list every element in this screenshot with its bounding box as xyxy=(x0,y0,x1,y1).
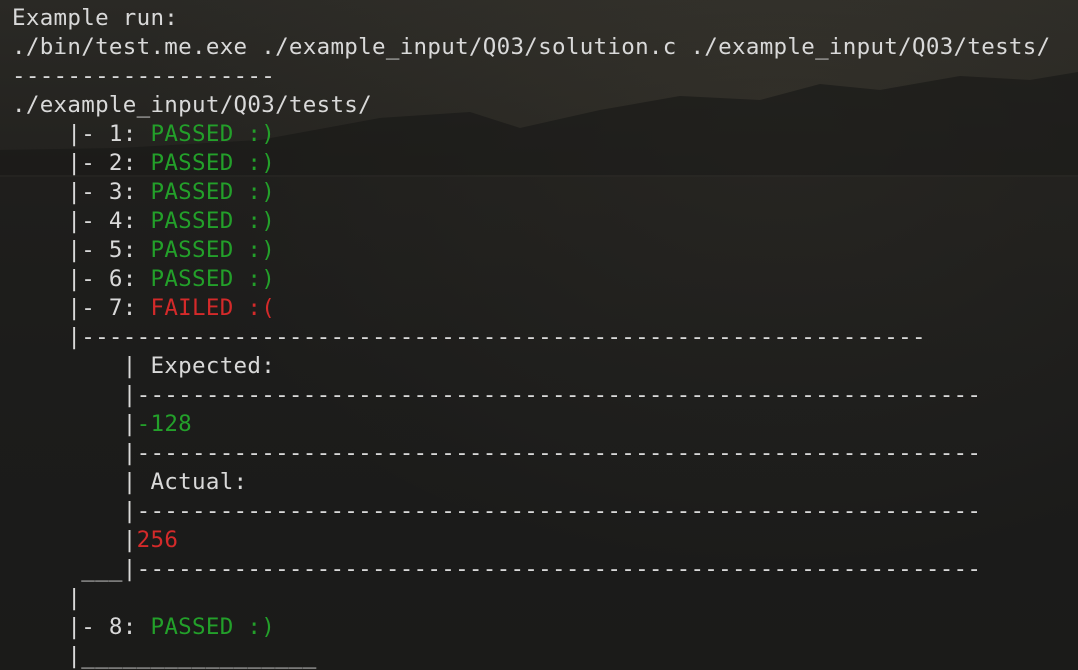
output-text: ./bin/test.me.exe ./example_input/Q03/so… xyxy=(12,34,1051,60)
terminal-line: |- 4: PASSED :) xyxy=(12,207,1050,236)
terminal-line: |- 1: PASSED :) xyxy=(12,120,1050,149)
terminal-line: ------------------- xyxy=(12,62,1050,91)
pass-text: PASSED :) xyxy=(150,614,276,640)
output-text: Example run: xyxy=(12,5,179,31)
fail-text: FAILED :( xyxy=(150,295,276,321)
pass-text: PASSED :) xyxy=(150,121,276,147)
pass-text: PASSED :) xyxy=(150,150,276,176)
pass-text: PASSED :) xyxy=(150,237,276,263)
terminal-line: | xyxy=(12,584,1050,613)
terminal-line: |- 6: PASSED :) xyxy=(12,265,1050,294)
output-text: |- 8: xyxy=(12,614,151,640)
output-text: | xyxy=(12,527,137,553)
terminal-line: | Actual: xyxy=(12,468,1050,497)
output-text: | Actual: xyxy=(12,469,248,495)
terminal-line: |- 8: PASSED :) xyxy=(12,613,1050,642)
terminal-line: |---------------------------------------… xyxy=(12,497,1050,526)
terminal-line: | Expected: xyxy=(12,352,1050,381)
output-text: |---------------------------------------… xyxy=(12,324,926,350)
output-text: |- 7: xyxy=(12,295,151,321)
output-text: |- 6: xyxy=(12,266,151,292)
terminal-line: |- 2: PASSED :) xyxy=(12,149,1050,178)
output-text: | xyxy=(12,411,137,437)
terminal-line: |---------------------------------------… xyxy=(12,439,1050,468)
terminal-line: ___|------------------------------------… xyxy=(12,555,1050,584)
terminal-line: |---------------------------------------… xyxy=(12,381,1050,410)
terminal-line: ./bin/test.me.exe ./example_input/Q03/so… xyxy=(12,33,1050,62)
output-text: |---------------------------------------… xyxy=(12,382,982,408)
terminal-line: |---------------------------------------… xyxy=(12,323,1050,352)
pass-text: PASSED :) xyxy=(150,179,276,205)
pass-text: PASSED :) xyxy=(150,266,276,292)
output-text: ./example_input/Q03/tests/ xyxy=(12,92,372,118)
output-text: ___|------------------------------------… xyxy=(12,556,982,582)
terminal-output: Example run: ./bin/test.me.exe ./example_… xyxy=(12,4,1050,670)
output-text: |---------------------------------------… xyxy=(12,498,982,524)
output-text: |- 3: xyxy=(12,179,151,205)
output-text: | xyxy=(12,585,82,611)
output-text: |- 5: xyxy=(12,237,151,263)
terminal-line: |256 xyxy=(12,526,1050,555)
fail-text: 256 xyxy=(136,527,179,553)
terminal-line: |- 7: FAILED :( xyxy=(12,294,1050,323)
output-text: |- 4: xyxy=(12,208,151,234)
terminal-line: |- 3: PASSED :) xyxy=(12,178,1050,207)
pass-text: PASSED :) xyxy=(150,208,276,234)
output-text: |---------------------------------------… xyxy=(12,440,982,466)
terminal-line: |_________________ xyxy=(12,642,1050,670)
output-text: | Expected: xyxy=(12,353,276,379)
terminal-line: |- 5: PASSED :) xyxy=(12,236,1050,265)
terminal-line: ./example_input/Q03/tests/ xyxy=(12,91,1050,120)
terminal-line: Example run: xyxy=(12,4,1050,33)
pass-text: -128 xyxy=(136,411,193,437)
output-text: |- 1: xyxy=(12,121,151,147)
terminal-line: |-128 xyxy=(12,410,1050,439)
terminal-window[interactable]: Example run: ./bin/test.me.exe ./example_… xyxy=(0,0,1078,670)
output-text: |- 2: xyxy=(12,150,151,176)
output-text: ------------------- xyxy=(12,63,276,89)
output-text: |_________________ xyxy=(12,643,317,669)
